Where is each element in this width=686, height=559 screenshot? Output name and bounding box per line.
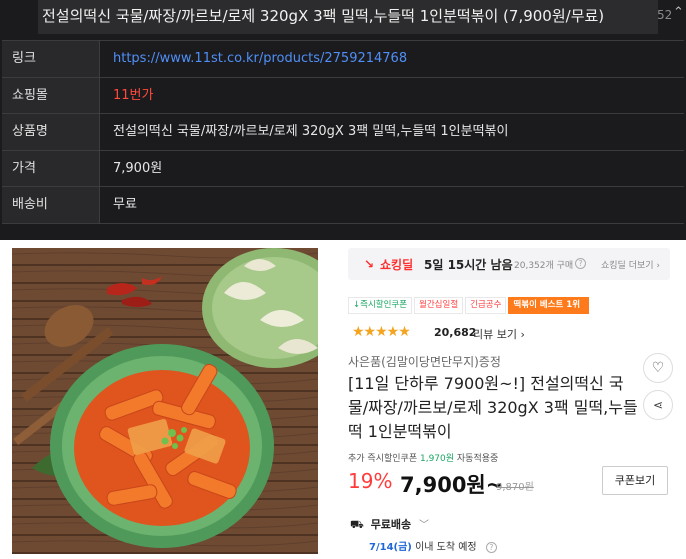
badge-coupon: ↓즉시할인쿠폰 — [348, 297, 413, 314]
coupon-view-button[interactable]: 쿠폰보기 — [602, 466, 668, 495]
review-link[interactable]: 리뷰 보기 › — [473, 326, 525, 342]
view-count: 52 — [657, 8, 673, 22]
price-value: 7,900원 — [113, 160, 163, 176]
badge-11th: 월간십일절 — [414, 297, 464, 314]
deal-more-link[interactable]: 쇼킹딜 더보기 › — [601, 258, 660, 271]
row-key: 링크 — [2, 41, 100, 77]
sale-price: 7,900원~ — [400, 473, 504, 497]
row-key: 배송비 — [2, 187, 100, 223]
rating-stars: ★★★★★ — [352, 324, 411, 340]
product-name: 전설의떡신 국물/짜장/까르보/로제 320gX 3팩 밀떡,누들떡 1인분떡볶… — [113, 124, 509, 139]
product-screenshot: ↘ 쇼킹딜 5일 15시간 남음 20,352개 구매 ? 쇼킹딜 더보기 › … — [0, 240, 686, 559]
product-title: [11일 단하루 7900원~!] 전설의떡신 국물/짜장/까르보/로제 320… — [348, 374, 638, 441]
badge-best: 떡볶이 베스트 1위 — [508, 297, 590, 314]
truck-icon: ⛟ — [350, 518, 364, 531]
chevron-down-icon: ﹀ — [419, 520, 430, 531]
help-icon[interactable]: ? — [485, 542, 497, 553]
table-row: 배송비 무료 — [2, 187, 684, 224]
badge-list: ↓즉시할인쿠폰 월간십일절 긴급공수 떡볶이 베스트 1위 — [348, 297, 590, 314]
arrival-text: 이내 도착 예정 — [415, 542, 477, 553]
row-key: 상품명 — [2, 114, 100, 150]
original-price: 9,870원 — [496, 482, 534, 493]
review-count: 20,682 — [434, 326, 477, 339]
shipping-value: 무료 — [113, 197, 137, 212]
arrival-date: 7/14(금) — [369, 542, 412, 553]
help-icon[interactable]: ? — [575, 258, 586, 269]
mall-name: 11번가 — [113, 87, 154, 103]
post-title: 전설의떡신 국물/짜장/까르보/로제 320gX 3팩 밀떡,누들떡 1인분떡볶… — [38, 0, 658, 34]
table-row: 링크 https://www.11st.co.kr/products/27592… — [2, 41, 684, 78]
product-link[interactable]: https://www.11st.co.kr/products/27592147… — [100, 41, 684, 77]
product-photo — [12, 248, 318, 554]
deal-time-left: 5일 15시간 남음 — [424, 258, 513, 272]
gift-text: 사은품(김말이당면단무지)증정 — [348, 355, 501, 369]
heart-icon[interactable]: ♡ — [643, 353, 673, 383]
shipping-label: 무료배송 — [370, 518, 412, 531]
coupon-prefix: 추가 즉시할인쿠폰 — [348, 454, 418, 464]
info-table: 링크 https://www.11st.co.kr/products/27592… — [2, 40, 684, 224]
share-icon[interactable]: ⋖ — [643, 390, 673, 420]
coupon-amount: 1,970원 — [419, 454, 455, 464]
coupon-line: 추가 즉시할인쿠폰 1,970원 자동적용중 — [348, 451, 498, 464]
table-row: 가격 7,900원 — [2, 150, 684, 187]
row-key: 가격 — [2, 150, 100, 186]
chevron-icon[interactable]: ⌃ — [673, 5, 684, 20]
lightning-icon: ↘ — [364, 257, 375, 271]
shocking-deal-bar: ↘ 쇼킹딜 5일 15시간 남음 20,352개 구매 ? 쇼킹딜 더보기 › — [348, 248, 670, 280]
coupon-suffix: 자동적용중 — [456, 454, 499, 464]
shipping-info[interactable]: ⛟ 무료배송 ﹀ — [350, 516, 429, 533]
discount-rate: 19% — [348, 469, 393, 493]
badge-urgent: 긴급공수 — [465, 297, 507, 314]
deal-name: 쇼킹딜 — [380, 258, 414, 272]
table-row: 쇼핑몰 11번가 — [2, 77, 684, 114]
post-panel: 전설의떡신 국물/짜장/까르보/로제 320gX 3팩 밀떡,누들떡 1인분떡볶… — [0, 0, 686, 240]
arrival-info: 7/14(금) 이내 도착 예정 ? — [369, 538, 497, 553]
table-row: 상품명 전설의떡신 국물/짜장/까르보/로제 320gX 3팩 밀떡,누들떡 1… — [2, 114, 684, 151]
deal-purchases: 20,352개 구매 — [514, 261, 574, 271]
row-key: 쇼핑몰 — [2, 77, 100, 113]
